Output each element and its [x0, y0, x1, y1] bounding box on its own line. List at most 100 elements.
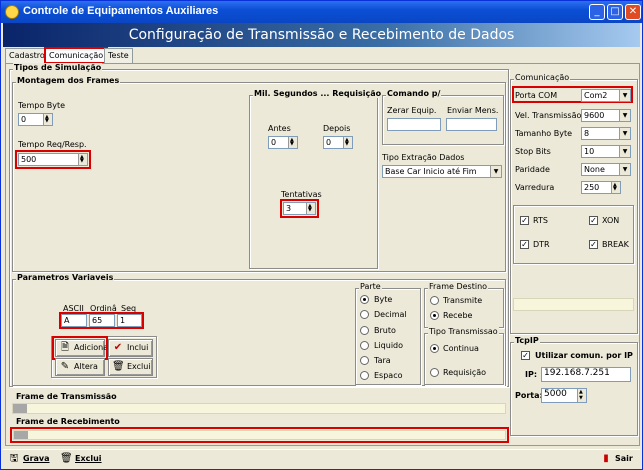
paridade-select[interactable]: None ▼ — [581, 163, 631, 176]
tentativas-label: Tentativas — [281, 190, 322, 199]
radio-bruto[interactable] — [360, 326, 369, 335]
chevron-down-icon[interactable]: ▼ — [619, 164, 630, 175]
tempo-req-input[interactable]: 500 — [15, 150, 91, 169]
porta-com-select[interactable]: Com2 ▼ — [581, 89, 631, 102]
group-tipo-transmissao: Tipo Transmissao Continua Requisição — [424, 327, 504, 385]
group-parte: Parte Byte Decimal Bruto Liquido Tara Es… — [355, 282, 421, 385]
group-mil-segundos: Mil. Segundos ... Requisição Antes 0 Dep… — [249, 89, 383, 269]
tab-panel: Tipos de Simulação Montagem dos Frames T… — [5, 63, 640, 446]
vel-label: Vel. Transmissão — [515, 111, 582, 120]
tab-teste[interactable]: Teste — [104, 48, 133, 63]
tab-comunicacao[interactable]: Comunicação — [44, 47, 109, 64]
legend-tipo-transmissao: Tipo Transmissao — [428, 327, 499, 336]
stop-bits-select[interactable]: 10 ▼ — [581, 145, 631, 158]
ascii-input[interactable]: A — [61, 314, 87, 327]
legend-mil-segundos: Mil. Segundos ... Requisição — [253, 89, 383, 98]
ip-input[interactable]: 192.168.7.251 — [541, 367, 631, 382]
window-title: Controle de Equipamentos Auxiliares — [23, 5, 219, 17]
antes-spinner[interactable] — [288, 137, 297, 148]
radio-tara[interactable] — [360, 356, 369, 365]
grava-button[interactable]: 🖫 Grava — [5, 451, 53, 469]
add-record-icon: 🗎 — [60, 342, 70, 353]
seq-input[interactable]: 1 — [117, 314, 142, 327]
main-window: Controle de Equipamentos Auxiliares _ □ … — [0, 0, 643, 470]
dtr-checkbox[interactable]: ✓ — [520, 240, 529, 249]
depois-spinner[interactable] — [343, 137, 352, 148]
frame-tx-label: Frame de Transmissão — [16, 392, 117, 401]
use-ip-checkbox[interactable]: ✓ — [521, 351, 530, 360]
banner-title: Configuração de Transmissão e Recebiment… — [128, 27, 515, 43]
chevron-down-icon[interactable]: ▼ — [619, 90, 630, 101]
radio-requisicao[interactable] — [430, 368, 439, 377]
radio-continua[interactable] — [430, 344, 439, 353]
tipo-extracao-select[interactable]: Base Car Inicio até Fim ▼ — [382, 165, 502, 178]
group-tcpip: TcpIP ✓ Utilizar comun. por IP IP: 192.1… — [510, 336, 638, 436]
inclui-button[interactable]: ✔ Inclui — [108, 339, 153, 357]
tempo-req-spinner[interactable] — [78, 154, 87, 165]
varredura-input[interactable]: 250 — [581, 181, 621, 194]
break-checkbox[interactable]: ✓ — [589, 240, 598, 249]
altera-button[interactable]: ✎ Altera — [55, 358, 105, 376]
tentativas-spinner[interactable] — [306, 203, 315, 214]
tcp-porta-spinner[interactable] — [577, 389, 586, 402]
enviar-input[interactable] — [446, 118, 497, 131]
chevron-down-icon[interactable]: ▼ — [619, 146, 630, 157]
check-icon: ✔ — [113, 342, 123, 353]
chevron-down-icon[interactable]: ▼ — [619, 128, 630, 139]
tipo-extracao-label: Tipo Extração Dados — [382, 153, 465, 162]
radio-liquido[interactable] — [360, 341, 369, 350]
radio-transmite[interactable] — [430, 296, 439, 305]
varredura-spinner[interactable] — [611, 182, 620, 193]
tcp-porta-input[interactable]: 5000 — [541, 388, 587, 403]
radio-decimal[interactable] — [360, 310, 369, 319]
frame-tx-marker — [13, 404, 27, 413]
xon-checkbox[interactable]: ✓ — [589, 216, 598, 225]
legend-tcpip: TcpIP — [514, 336, 540, 345]
comm-status-bar — [513, 298, 634, 311]
title-bar: Controle de Equipamentos Auxiliares _ □ … — [1, 1, 642, 23]
frame-rx-field[interactable] — [10, 427, 509, 443]
exclui-button[interactable]: 🗑 Exclui — [57, 451, 103, 469]
footer-bar: 🖫 Grava 🗑 Exclui ▮ Sair — [3, 449, 640, 469]
vel-select[interactable]: 9600 ▼ — [581, 109, 631, 122]
group-comando: Comando p/ Zerar Equip. Enviar Mens. — [382, 89, 504, 145]
tentativas-input[interactable]: 3 — [280, 199, 319, 218]
enviar-label: Enviar Mens. — [447, 106, 499, 115]
legend-parametros: Parametros Variaveis — [16, 273, 115, 282]
tamanho-label: Tamanho Byte — [515, 129, 573, 138]
frame-rx-marker — [14, 431, 28, 439]
tempo-byte-spinner[interactable] — [43, 114, 52, 125]
minimize-button[interactable]: _ — [589, 4, 605, 20]
ordina-input[interactable]: 65 — [89, 314, 115, 327]
frame-tx-field[interactable] — [12, 403, 506, 414]
legend-frame-destino: Frame Destino — [428, 282, 489, 291]
depois-input[interactable]: 0 — [323, 136, 353, 149]
exclui-param-button[interactable]: 🗑 Exclui — [108, 358, 153, 376]
legend-simulacao: Tipos de Simulação — [13, 63, 103, 72]
radio-recebe[interactable] — [430, 311, 439, 320]
exit-door-icon: ▮ — [603, 453, 609, 464]
group-frame-destino: Frame Destino Transmite Recebe — [424, 282, 504, 328]
group-flow-control: ✓ RTS ✓ XON ✓ DTR ✓ BREAK — [513, 205, 634, 264]
ip-label: IP: — [525, 370, 538, 379]
sair-button[interactable]: ▮ Sair — [597, 451, 637, 469]
antes-input[interactable]: 0 — [268, 136, 298, 149]
chevron-down-icon[interactable]: ▼ — [619, 110, 630, 121]
tab-cadastro[interactable]: Cadastro — [5, 48, 49, 63]
tamanho-select[interactable]: 8 ▼ — [581, 127, 631, 140]
radio-byte[interactable] — [360, 295, 369, 304]
banner: Configuração de Transmissão e Recebiment… — [3, 23, 640, 47]
rts-checkbox[interactable]: ✓ — [520, 216, 529, 225]
close-button[interactable]: ✕ — [625, 4, 641, 20]
legend-comunicacao: Comunicação — [514, 73, 571, 82]
zerar-input[interactable] — [387, 118, 441, 131]
app-icon — [5, 5, 19, 19]
adiciona-button[interactable]: 🗎 Adiciona — [52, 336, 108, 360]
maximize-button[interactable]: □ — [607, 4, 623, 20]
tempo-byte-label: Tempo Byte — [18, 101, 66, 110]
tempo-byte-input[interactable]: 0 — [18, 113, 53, 126]
tempo-req-label: Tempo Req/Resp. — [18, 140, 87, 149]
radio-espaco[interactable] — [360, 371, 369, 380]
tcp-porta-label: Porta: — [515, 391, 543, 400]
chevron-down-icon[interactable]: ▼ — [490, 166, 501, 177]
